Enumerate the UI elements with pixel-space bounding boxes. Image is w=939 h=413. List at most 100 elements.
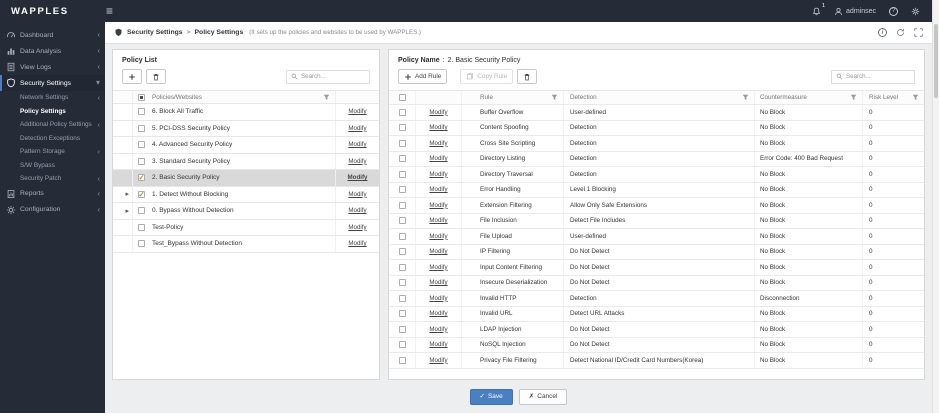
rule-row[interactable]: ModifyLDAP InjectionDo Not DetectNo Bloc…: [389, 322, 924, 338]
help-button[interactable]: ?: [889, 7, 898, 16]
rule-checkbox[interactable]: [399, 357, 406, 364]
sidebar-subitem-s-w-bypass[interactable]: S/W Bypass: [0, 159, 105, 173]
policy-row[interactable]: 3. Standard Security PolicyModify: [113, 154, 379, 171]
rule-row[interactable]: ModifyDirectory TraversalDetectionNo Blo…: [389, 167, 924, 183]
sidebar-item-security-settings[interactable]: Security Settings▾: [0, 75, 105, 91]
rule-checkbox[interactable]: [399, 233, 406, 240]
rule-modify-link[interactable]: Modify: [429, 326, 447, 333]
rule-checkbox[interactable]: [399, 279, 406, 286]
policy-row[interactable]: 6. Block All TrafficModify: [113, 104, 379, 121]
policy-modify-link[interactable]: Modify: [348, 174, 368, 181]
policy-list-search[interactable]: [286, 70, 370, 84]
rule-checkbox[interactable]: [399, 264, 406, 271]
add-rule-button[interactable]: Add Rule: [398, 69, 447, 84]
select-all-rules-checkbox[interactable]: [399, 94, 406, 101]
rule-checkbox[interactable]: [399, 326, 406, 333]
rule-checkbox[interactable]: [399, 248, 406, 255]
rule-checkbox[interactable]: [399, 124, 406, 131]
rule-modify-link[interactable]: Modify: [429, 248, 447, 255]
rule-modify-link[interactable]: Modify: [429, 217, 447, 224]
policy-checkbox[interactable]: [138, 125, 145, 132]
sidebar-subitem-network-settings[interactable]: Network Settings‹: [0, 91, 105, 105]
sidebar-subitem-policy-settings[interactable]: Policy Settings: [0, 105, 105, 119]
policy-modify-link[interactable]: Modify: [348, 240, 366, 247]
filter-icon[interactable]: [742, 94, 749, 101]
filter-icon[interactable]: [551, 94, 558, 101]
policy-modify-link[interactable]: Modify: [348, 207, 366, 214]
rule-checkbox[interactable]: [399, 341, 406, 348]
policy-checkbox[interactable]: [138, 207, 145, 214]
rule-checkbox[interactable]: [399, 295, 406, 302]
rule-row[interactable]: ModifyInput Content FilteringDo Not Dete…: [389, 260, 924, 276]
rule-modify-link[interactable]: Modify: [429, 202, 447, 209]
rule-modify-link[interactable]: Modify: [429, 310, 447, 317]
user-menu[interactable]: adminsec: [834, 7, 876, 16]
policy-list-search-input[interactable]: [301, 73, 365, 80]
rule-row[interactable]: ModifyIP FilteringDo Not DetectNo Block0: [389, 245, 924, 261]
sidebar-item-reports[interactable]: Reports‹: [0, 186, 105, 202]
filter-icon[interactable]: [912, 94, 919, 101]
policy-row[interactable]: ▸0. Bypass Without DetectionModify: [113, 203, 379, 220]
rule-checkbox[interactable]: [399, 140, 406, 147]
filter-icon[interactable]: [323, 94, 330, 101]
rule-modify-link[interactable]: Modify: [429, 109, 447, 116]
policy-checkbox[interactable]: ✓: [138, 191, 145, 198]
rule-modify-link[interactable]: Modify: [429, 140, 447, 147]
rule-row[interactable]: ModifyBuffer OverflowUser-definedNo Bloc…: [389, 105, 924, 121]
rule-row[interactable]: ModifyInvalid HTTPDetectionDisconnection…: [389, 291, 924, 307]
rule-row[interactable]: ModifyContent SpoofingDetectionNo Block0: [389, 121, 924, 137]
scrollbar-thumb[interactable]: [934, 24, 938, 98]
expand-arrow-icon[interactable]: ▸: [113, 187, 133, 203]
rule-modify-link[interactable]: Modify: [429, 295, 447, 302]
policy-checkbox[interactable]: [138, 108, 145, 115]
select-all-policies-checkbox[interactable]: [138, 94, 145, 101]
breadcrumb-section[interactable]: Security Settings: [127, 29, 183, 36]
rule-modify-link[interactable]: Modify: [429, 264, 447, 271]
policy-checkbox[interactable]: [138, 158, 145, 165]
hamburger-menu-icon[interactable]: ≡: [106, 5, 113, 17]
rules-search-input[interactable]: [846, 73, 910, 80]
rule-row[interactable]: ModifyFile InclusionDetect File Includes…: [389, 214, 924, 230]
rule-checkbox[interactable]: [399, 217, 406, 224]
policy-row[interactable]: 5. PCI-DSS Security PolicyModify: [113, 121, 379, 138]
refresh-icon[interactable]: [896, 28, 905, 37]
rule-row[interactable]: ModifyFile UploadUser-definedNo Block0: [389, 229, 924, 245]
policy-modify-link[interactable]: Modify: [348, 125, 366, 132]
policy-checkbox[interactable]: [138, 240, 145, 247]
rule-modify-link[interactable]: Modify: [429, 124, 447, 131]
rule-modify-link[interactable]: Modify: [429, 357, 447, 364]
rule-modify-link[interactable]: Modify: [429, 279, 447, 286]
sidebar-subitem-additional-policy-settings[interactable]: Additional Policy Settings‹: [0, 118, 105, 132]
rule-modify-link[interactable]: Modify: [429, 186, 447, 193]
expand-arrow-icon[interactable]: ▸: [113, 203, 133, 219]
rule-modify-link[interactable]: Modify: [429, 341, 447, 348]
rule-row[interactable]: ModifyExtension FilteringAllow Only Safe…: [389, 198, 924, 214]
page-scrollbar[interactable]: [932, 0, 939, 413]
rule-checkbox[interactable]: [399, 171, 406, 178]
rule-checkbox[interactable]: [399, 310, 406, 317]
policy-row[interactable]: Test_Bypass Without DetectionModify: [113, 236, 379, 253]
policy-checkbox[interactable]: [138, 224, 145, 231]
policy-row[interactable]: ▸✓1. Detect Without BlockingModify: [113, 187, 379, 204]
policy-checkbox[interactable]: ✓: [138, 174, 145, 181]
cancel-button[interactable]: ✗ Cancel: [519, 389, 568, 405]
rule-modify-link[interactable]: Modify: [429, 171, 447, 178]
rule-row[interactable]: ModifyInvalid URLDetect URL AttacksNo Bl…: [389, 307, 924, 323]
filter-icon[interactable]: [850, 94, 857, 101]
info-icon[interactable]: i: [878, 28, 887, 37]
policy-modify-link[interactable]: Modify: [348, 224, 366, 231]
add-policy-button[interactable]: [122, 69, 142, 84]
sidebar-item-data-analysis[interactable]: Data Analysis‹: [0, 43, 105, 59]
copy-rule-button[interactable]: Copy Rule: [460, 69, 513, 84]
rule-row[interactable]: ModifyNoSQL InjectionDo Not DetectNo Blo…: [389, 338, 924, 354]
policy-modify-link[interactable]: Modify: [348, 108, 366, 115]
rule-row[interactable]: ModifyInsecure DeserializationDo Not Det…: [389, 276, 924, 292]
rule-checkbox[interactable]: [399, 155, 406, 162]
rule-modify-link[interactable]: Modify: [429, 233, 447, 240]
policy-row[interactable]: Test-PolicyModify: [113, 220, 379, 237]
sidebar-subitem-pattern-storage[interactable]: Pattern Storage‹: [0, 145, 105, 159]
fullscreen-icon[interactable]: [914, 28, 923, 37]
rules-search[interactable]: [831, 70, 915, 84]
rule-checkbox[interactable]: [399, 109, 406, 116]
delete-rule-button[interactable]: [517, 69, 537, 84]
